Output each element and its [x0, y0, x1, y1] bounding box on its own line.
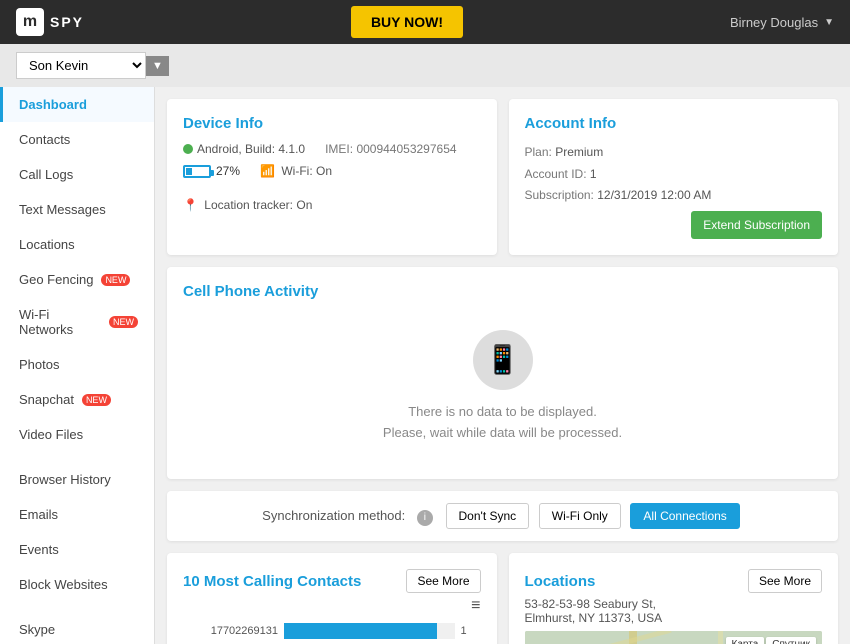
cell-phone-activity-title: Cell Phone Activity	[183, 283, 822, 300]
sidebar-item-geo-fencing[interactable]: Geo Fencing NEW	[0, 262, 154, 297]
map-preview: Карта Спутник + −	[525, 631, 823, 644]
profile-dropdown-arrow[interactable]: ▼	[146, 56, 169, 76]
bottom-cards-row: 10 Most Calling Contacts See More ≡ 1770…	[167, 553, 838, 644]
sidebar-item-skype[interactable]: Skype	[0, 612, 154, 644]
sidebar-item-photos[interactable]: Photos	[0, 347, 154, 382]
device-android: Android, Build: 4.1.0	[183, 142, 305, 156]
main-content: Device Info Android, Build: 4.1.0 IMEI: …	[155, 87, 850, 644]
plan-value: Premium	[555, 145, 603, 159]
all-connections-button[interactable]: All Connections	[630, 503, 739, 529]
sub-header: Son Kevin ▼	[0, 44, 850, 87]
sidebar-item-text-messages[interactable]: Text Messages	[0, 192, 154, 227]
locations-see-more-button[interactable]: See More	[748, 569, 822, 593]
logo-icon: m	[16, 8, 44, 36]
sidebar: Dashboard Contacts Call Logs Text Messag…	[0, 87, 155, 644]
most-calling-see-more-button[interactable]: See More	[406, 569, 480, 593]
most-calling-title: 10 Most Calling Contacts	[183, 573, 361, 590]
dont-sync-button[interactable]: Don't Sync	[446, 503, 530, 529]
activity-msg-1: There is no data to be displayed.	[203, 402, 802, 423]
subscription-value: 12/31/2019 12:00 AM	[597, 188, 711, 202]
device-info-title: Device Info	[183, 115, 481, 132]
sidebar-item-browser-history[interactable]: Browser History	[0, 462, 154, 497]
map-view-карта[interactable]: Карта	[726, 637, 765, 644]
locations-title: Locations	[525, 573, 596, 590]
logo-spy-text: SPY	[50, 14, 84, 30]
buy-now-button[interactable]: BUY NOW!	[351, 6, 463, 38]
bar-label-1: 17702269131	[183, 625, 278, 637]
activity-msg-2: Please, wait while data will be processe…	[203, 423, 802, 444]
logo: m SPY	[16, 8, 84, 36]
account-info-details: Plan: Premium Account ID: 1 Subscription…	[525, 142, 823, 207]
subscription-label: Subscription:	[525, 188, 594, 202]
account-info-title: Account Info	[525, 115, 823, 132]
sidebar-item-events[interactable]: Events	[0, 532, 154, 567]
device-info-card: Device Info Android, Build: 4.1.0 IMEI: …	[167, 99, 497, 255]
wifi-info: 📶 Wi-Fi: On	[260, 164, 332, 178]
sidebar-item-wifi-networks[interactable]: Wi-Fi Networks NEW	[0, 297, 154, 347]
location-address: 53-82-53-98 Seabury St, Elmhurst, NY 113…	[525, 597, 823, 625]
chart-menu-icon[interactable]: ≡	[183, 597, 481, 615]
wifi-icon: 📶	[260, 164, 275, 178]
device-stats-row: 27% 📶 Wi-Fi: On 📍 Location tracker: On	[183, 164, 481, 212]
snapchat-badge: NEW	[82, 394, 111, 406]
device-info-row: Android, Build: 4.1.0 IMEI: 000944053297…	[183, 142, 481, 156]
user-name: Birney Douglas	[730, 15, 818, 30]
bar-count-1: 1	[461, 625, 481, 637]
top-cards-row: Device Info Android, Build: 4.1.0 IMEI: …	[167, 99, 838, 255]
plan-label: Plan:	[525, 145, 552, 159]
most-calling-card: 10 Most Calling Contacts See More ≡ 1770…	[167, 553, 497, 644]
user-menu[interactable]: Birney Douglas ▼	[730, 15, 834, 30]
header: m SPY BUY NOW! Birney Douglas ▼	[0, 0, 850, 44]
main-layout: Dashboard Contacts Call Logs Text Messag…	[0, 87, 850, 644]
sidebar-item-contacts[interactable]: Contacts	[0, 122, 154, 157]
geo-fencing-badge: NEW	[101, 274, 130, 286]
account-id-value: 1	[590, 167, 597, 181]
sidebar-item-dashboard[interactable]: Dashboard	[0, 87, 154, 122]
locations-card: Locations See More 53-82-53-98 Seabury S…	[509, 553, 839, 644]
sidebar-item-snapchat[interactable]: Snapchat NEW	[0, 382, 154, 417]
sync-info-icon[interactable]: i	[417, 510, 433, 526]
cell-phone-activity-card: Cell Phone Activity 📱 There is no data t…	[167, 267, 838, 480]
sidebar-item-video-files[interactable]: Video Files	[0, 417, 154, 452]
battery-info: 27%	[183, 164, 240, 178]
map-controls: Карта Спутник	[726, 637, 816, 644]
location-pin-icon: 📍	[183, 198, 198, 212]
activity-empty-state: 📱 There is no data to be displayed. Plea…	[183, 310, 822, 464]
map-view-спутник[interactable]: Спутник	[766, 637, 816, 644]
sidebar-item-block-websites[interactable]: Block Websites	[0, 567, 154, 602]
sync-card: Synchronization method: i Don't Sync Wi-…	[167, 491, 838, 541]
account-id-label: Account ID:	[525, 167, 587, 181]
extend-subscription-button[interactable]: Extend Subscription	[691, 211, 822, 239]
battery-icon	[183, 165, 211, 178]
location-tracker-info: 📍 Location tracker: On	[183, 198, 312, 212]
wifi-networks-badge: NEW	[109, 316, 138, 328]
profile-select[interactable]: Son Kevin	[16, 52, 146, 79]
sidebar-item-emails[interactable]: Emails	[0, 497, 154, 532]
sidebar-item-locations[interactable]: Locations	[0, 227, 154, 262]
android-status-dot	[183, 144, 193, 154]
account-info-card: Account Info Plan: Premium Account ID: 1…	[509, 99, 839, 255]
wifi-only-button[interactable]: Wi-Fi Only	[539, 503, 621, 529]
user-dropdown-arrow: ▼	[824, 17, 834, 28]
sync-label: Synchronization method:	[262, 508, 405, 523]
bar-chart: 17702269131 1 15602225731 1	[183, 623, 481, 644]
imei-info: IMEI: 000944053297654	[325, 142, 456, 156]
phone-icon: 📱	[473, 330, 533, 390]
sidebar-item-call-logs[interactable]: Call Logs	[0, 157, 154, 192]
